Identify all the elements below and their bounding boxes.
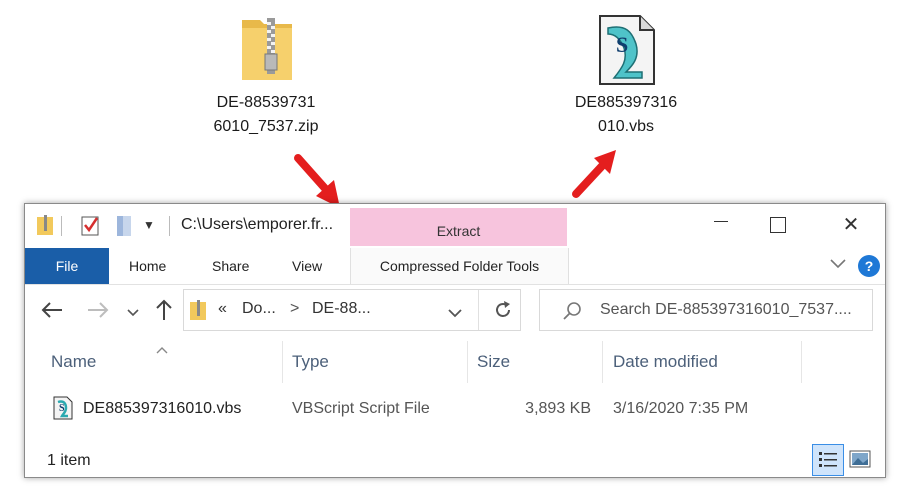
tab-share[interactable]: Share (212, 248, 249, 284)
column-header-size[interactable]: Size (477, 352, 510, 372)
vbscript-file-icon[interactable]: S (596, 14, 658, 86)
navigation-bar: « Do... > DE-88... Search DE-88539731601… (25, 285, 885, 337)
title-bar: ▼ C:\Users\emporer.fr... Extract — ✕ (25, 204, 885, 248)
close-button[interactable]: ✕ (833, 212, 869, 237)
explorer-window: ▼ C:\Users\emporer.fr... Extract — ✕ Fil… (24, 203, 886, 478)
new-folder-icon[interactable] (117, 216, 131, 241)
ribbon-tabs: File Home Share View Compressed Folder T… (25, 248, 885, 285)
column-header-name[interactable]: Name (51, 352, 96, 372)
contextual-tab-extract[interactable]: Extract (350, 208, 567, 246)
file-type: VBScript Script File (292, 400, 430, 417)
help-button[interactable]: ? (858, 255, 880, 277)
breadcrumb-separator[interactable]: > (290, 300, 299, 318)
large-icons-view-icon[interactable] (849, 450, 871, 473)
column-header-date-modified[interactable]: Date modified (613, 352, 718, 372)
sort-indicator-icon (156, 341, 168, 359)
up-arrow-icon[interactable] (155, 299, 173, 326)
file-date-modified: 3/16/2020 7:35 PM (613, 400, 749, 417)
back-arrow-icon[interactable] (41, 301, 63, 324)
vbscript-file-small-icon: S (53, 396, 73, 425)
table-row[interactable]: S DE885397316010.vbs VBScript Script Fil… (25, 390, 885, 428)
properties-check-icon[interactable] (81, 214, 101, 241)
red-arrow-up-icon (568, 146, 620, 202)
breadcrumb-documents[interactable]: Do... (242, 300, 276, 318)
address-dropdown-chevron-icon[interactable] (448, 305, 462, 323)
column-separator[interactable] (282, 341, 283, 383)
separator (169, 216, 170, 236)
svg-text:S: S (59, 403, 65, 414)
zip-file-label: DE-88539731 6010_7537.zip (213, 94, 319, 135)
address-bar[interactable]: « Do... > DE-88... (183, 289, 521, 331)
tab-file[interactable]: File (25, 248, 109, 284)
details-view-icon[interactable] (812, 444, 844, 476)
maximize-button[interactable] (770, 217, 786, 233)
search-placeholder: Search DE-885397316010_7537.... (600, 301, 852, 318)
separator (61, 216, 62, 236)
column-separator[interactable] (602, 341, 603, 383)
forward-arrow-icon[interactable] (87, 301, 109, 324)
column-separator[interactable] (467, 341, 468, 383)
minimize-button[interactable]: — (701, 212, 741, 228)
tab-view[interactable]: View (292, 248, 322, 284)
file-size: 3,893 KB (525, 400, 591, 417)
status-item-count: 1 item (47, 452, 91, 469)
zip-folder-address-icon (190, 300, 206, 325)
tab-home[interactable]: Home (129, 248, 166, 284)
breadcrumb-overflow[interactable]: « (218, 300, 227, 318)
zip-folder-small-icon (37, 215, 53, 240)
svg-text:S: S (616, 32, 628, 57)
window-title-path: C:\Users\emporer.fr... (181, 216, 334, 233)
column-header-type[interactable]: Type (292, 352, 329, 372)
address-separator (478, 290, 479, 330)
zip-folder-icon[interactable] (240, 16, 294, 82)
tab-compressed-folder-tools[interactable]: Compressed Folder Tools (350, 248, 569, 284)
search-icon (562, 301, 582, 326)
search-box[interactable]: Search DE-885397316010_7537.... (539, 289, 873, 331)
column-separator[interactable] (801, 341, 802, 383)
expand-ribbon-chevron-icon[interactable] (829, 254, 847, 277)
recent-locations-chevron-icon[interactable] (127, 305, 139, 323)
refresh-icon[interactable] (493, 300, 513, 325)
file-name[interactable]: DE885397316010.vbs (83, 400, 241, 418)
quick-access-dropdown-icon[interactable]: ▼ (143, 218, 155, 232)
breadcrumb-zip-folder[interactable]: DE-88... (312, 300, 371, 318)
vbs-file-label: DE885397316 010.vbs (574, 94, 678, 135)
